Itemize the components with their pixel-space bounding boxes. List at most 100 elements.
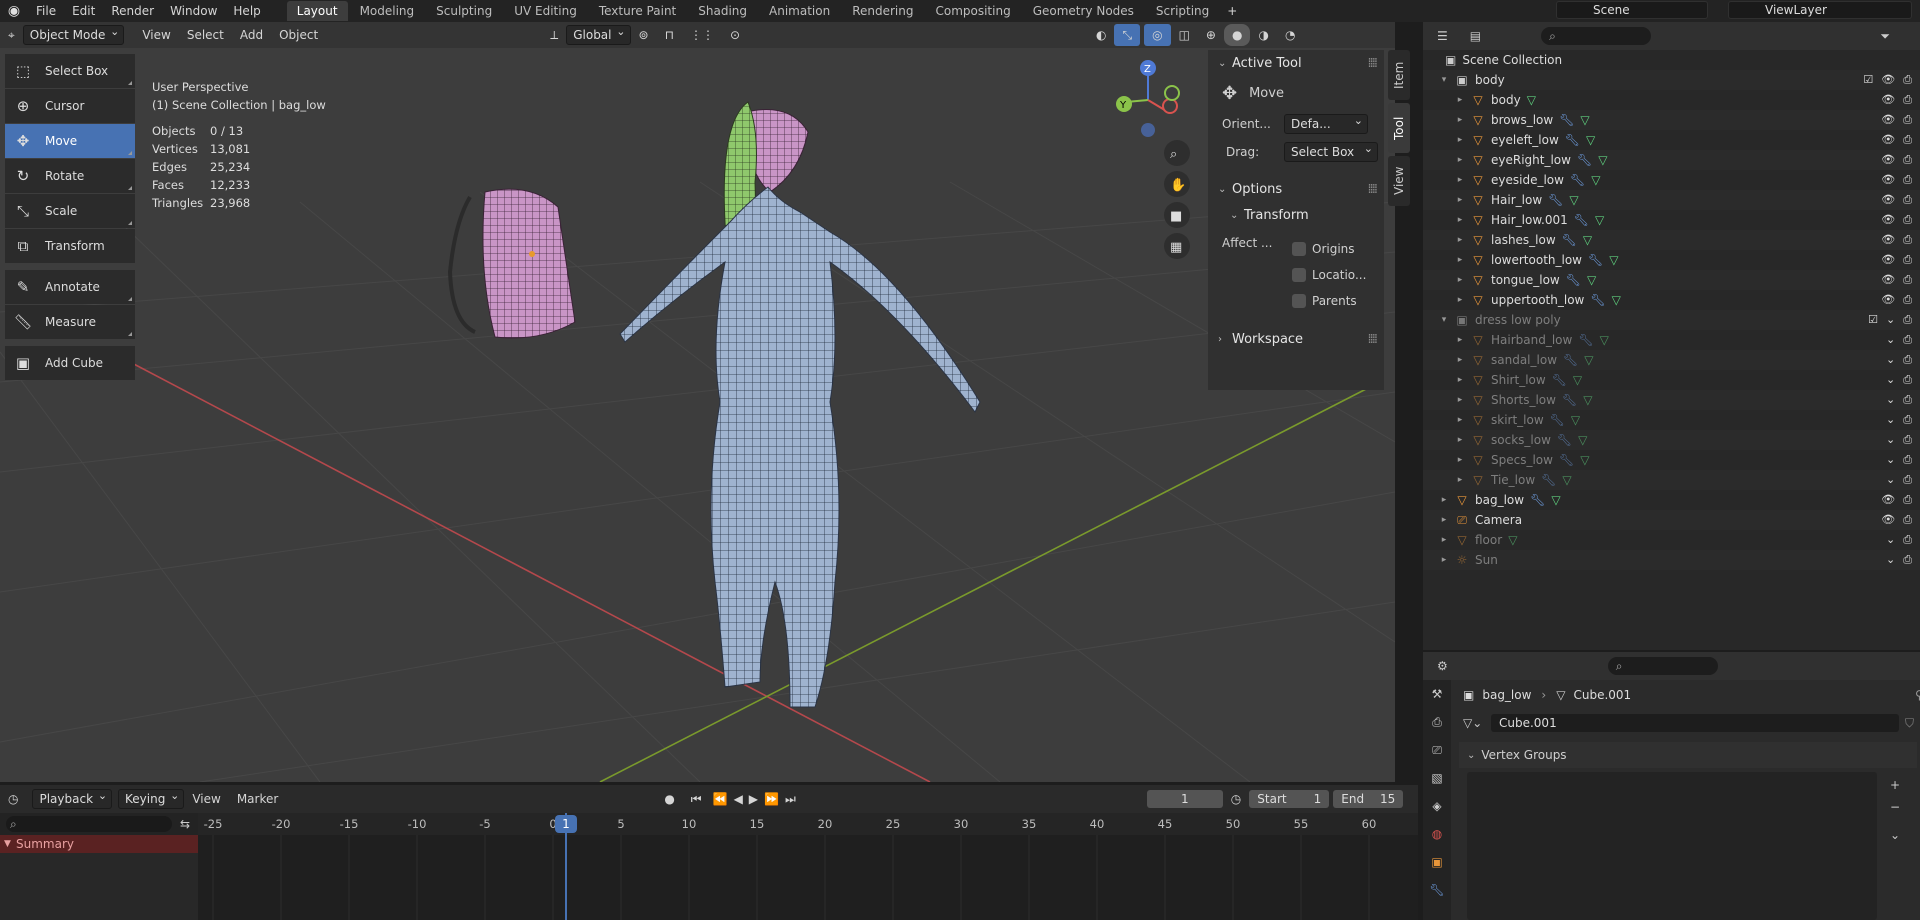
render-camera-icon[interactable]: ⎙ — [1903, 93, 1912, 107]
expand-arrow-icon[interactable]: ▸ — [1439, 535, 1449, 545]
preview-range-icon[interactable]: ◷ — [1223, 788, 1249, 810]
gizmo-toggle-icon[interactable]: ⤡ — [1114, 24, 1141, 46]
add-vertex-group-button[interactable]: + — [1885, 774, 1905, 796]
eye-icon[interactable]: 👁︎ — [1881, 93, 1895, 107]
hidden-eye-icon[interactable]: ⌄ — [1886, 413, 1895, 427]
editor-type-icon[interactable]: ◷ — [0, 788, 26, 810]
eye-icon[interactable]: 👁︎ — [1881, 493, 1895, 507]
next-keyframe-icon[interactable]: ⏩ — [761, 788, 782, 810]
modifier-icon[interactable]: 🔧︎ — [1552, 373, 1567, 387]
specials-menu-button[interactable]: ⌄ — [1885, 824, 1905, 846]
tool-move[interactable]: ✥ Move — [5, 124, 135, 158]
modifier-icon[interactable]: 🔧︎ — [1530, 493, 1545, 507]
material-shading-icon[interactable]: ◑ — [1250, 24, 1276, 46]
solid-shading-icon[interactable]: ● — [1223, 24, 1251, 46]
snap-icon[interactable]: ⊓ — [657, 24, 682, 46]
mesh-data-icon[interactable]: ▽ — [1600, 333, 1609, 347]
tool-select-box[interactable]: ⬚ Select Box — [5, 54, 135, 88]
expand-arrow-icon[interactable]: ▸ — [1455, 95, 1465, 105]
output-tab-icon[interactable]: ⎚ — [1423, 736, 1451, 764]
outliner-row[interactable]: ▸ ▽ skirt_low 🔧︎ ▽ ⌄ ⎙ — [1423, 410, 1920, 430]
workspace-header[interactable]: › Workspace ⁞⁞⁞⁞ — [1208, 326, 1384, 352]
current-frame-field[interactable]: 1 — [1146, 790, 1223, 808]
expand-arrow-icon[interactable]: ▾ — [1439, 75, 1449, 85]
render-camera-icon[interactable]: ⎙ — [1903, 473, 1912, 487]
expand-arrow-icon[interactable]: ▸ — [1455, 375, 1465, 385]
eye-icon[interactable]: 👁︎ — [1881, 113, 1895, 127]
modifier-icon[interactable]: 🔧︎ — [1562, 393, 1577, 407]
eye-icon[interactable]: 👁︎ — [1881, 153, 1895, 167]
frame-ruler[interactable]: -25 -20 -15 -10 -5 0 5 10 15 20 25 30 35 40 45 50 55 60 — [198, 813, 1418, 835]
pin-icon[interactable]: ⚲ — [1915, 688, 1920, 702]
expand-arrow-icon[interactable]: ▸ — [1455, 215, 1465, 225]
viewlayer-selector[interactable]: ViewLayer — [1728, 1, 1912, 19]
mesh-data-icon[interactable]: ▽ — [1508, 533, 1517, 547]
drag-dropdown[interactable]: Select Box — [1284, 140, 1378, 162]
modifier-icon[interactable]: 🔧︎ — [1565, 133, 1580, 147]
vertex-groups-list[interactable] — [1467, 772, 1877, 920]
scene-collection-row[interactable]: ▣ Scene Collection — [1423, 50, 1920, 70]
render-camera-icon[interactable]: ⎙ — [1903, 353, 1912, 367]
transform-orientation-dropdown[interactable]: Global — [566, 23, 631, 45]
hidden-eye-icon[interactable]: ⌄ — [1886, 393, 1895, 407]
outliner-row[interactable]: ▸ ▽ Tie_low 🔧︎ ▽ ⌄ ⎙ — [1423, 470, 1920, 490]
playback-menu[interactable]: Playback — [32, 787, 113, 809]
affect-option[interactable]: Origins — [1292, 236, 1366, 262]
expand-arrow-icon[interactable]: ▸ — [1455, 455, 1465, 465]
expand-arrow-icon[interactable]: ▸ — [1439, 495, 1449, 505]
menu-window[interactable]: Window — [162, 0, 225, 22]
expand-arrow-icon[interactable]: ▸ — [1455, 235, 1465, 245]
modifier-icon[interactable]: 🔧︎ — [1570, 173, 1585, 187]
mesh-data-icon[interactable]: ▽ — [1583, 393, 1592, 407]
pivot-icon[interactable]: ⊚ — [631, 24, 657, 46]
mesh-data-icon[interactable]: ▽ — [1612, 293, 1621, 307]
outliner-row[interactable]: ▸ ▽ tongue_low 🔧︎ ▽ 👁︎ ⎙ — [1423, 270, 1920, 290]
render-tab-icon[interactable]: ⎙ — [1423, 708, 1451, 736]
menu-select[interactable]: Select — [179, 24, 232, 46]
checkbox[interactable] — [1292, 294, 1306, 308]
playhead-frame-badge[interactable]: 1 — [555, 815, 577, 833]
mesh-name-field[interactable]: Cube.001 — [1491, 714, 1899, 732]
tool-transform[interactable]: ⧉ Transform — [5, 229, 135, 263]
render-camera-icon[interactable]: ⎙ — [1903, 413, 1912, 427]
eye-icon[interactable]: 👁︎ — [1881, 133, 1895, 147]
workspace-tab-geometry-nodes[interactable]: Geometry Nodes — [1023, 1, 1144, 21]
auto-keying-icon[interactable]: ● — [656, 788, 682, 810]
render-camera-icon[interactable]: ⎙ — [1903, 133, 1912, 147]
rendered-shading-icon[interactable]: ◔ — [1277, 24, 1303, 46]
outliner-row[interactable]: ▾ ▣ body ☑ 👁︎ ⎙ — [1423, 70, 1920, 90]
keying-menu[interactable]: Keying — [118, 787, 185, 809]
outliner-row[interactable]: ▸ ▽ uppertooth_low 🔧︎ ▽ 👁︎ ⎙ — [1423, 290, 1920, 310]
outliner-row[interactable]: ▸ ⎚ Camera 👁︎ ⎙ — [1423, 510, 1920, 530]
outliner-row[interactable]: ▸ ▽ eyeleft_low 🔧︎ ▽ 👁︎ ⎙ — [1423, 130, 1920, 150]
render-camera-icon[interactable]: ⎙ — [1903, 493, 1912, 507]
mesh-data-icon[interactable]: ▽ — [1595, 213, 1604, 227]
expand-arrow-icon[interactable]: ▸ — [1439, 555, 1449, 565]
mesh-data-icon[interactable]: ▽ — [1580, 453, 1589, 467]
mesh-data-icon[interactable]: ▽ — [1587, 273, 1596, 287]
menu-help[interactable]: Help — [225, 0, 268, 22]
outliner-row[interactable]: ▸ ▽ brows_low 🔧︎ ▽ 👁︎ ⎙ — [1423, 110, 1920, 130]
expand-arrow-icon[interactable]: ▸ — [1455, 435, 1465, 445]
mesh-data-icon[interactable]: ▽ — [1580, 113, 1589, 127]
mode-dropdown[interactable]: Object Mode — [22, 23, 125, 45]
eye-icon[interactable]: 👁︎ — [1881, 293, 1895, 307]
mesh-data-icon[interactable]: ▽ — [1551, 493, 1560, 507]
render-camera-icon[interactable]: ⎙ — [1903, 433, 1912, 447]
render-camera-icon[interactable]: ⎙ — [1903, 333, 1912, 347]
mesh-data-icon[interactable]: ▽ — [1584, 353, 1593, 367]
eye-icon[interactable]: 👁︎ — [1881, 193, 1895, 207]
vertex-groups-panel-header[interactable]: ⌄ Vertex Groups — [1459, 742, 1917, 768]
expand-arrow-icon[interactable]: ▸ — [1455, 195, 1465, 205]
outliner-row[interactable]: ▸ ▽ Shirt_low 🔧︎ ▽ ⌄ ⎙ — [1423, 370, 1920, 390]
outliner-row[interactable]: ▸ ▽ sandal_low 🔧︎ ▽ ⌄ ⎙ — [1423, 350, 1920, 370]
render-camera-icon[interactable]: ⎙ — [1903, 293, 1912, 307]
add-workspace-icon[interactable]: + — [1219, 0, 1245, 22]
modifier-icon[interactable]: 🔧︎ — [1577, 153, 1592, 167]
navigation-gizmo[interactable]: Z Y — [1116, 60, 1180, 137]
world-tab-icon[interactable]: ◍ — [1423, 820, 1451, 848]
menu-view[interactable]: View — [184, 788, 228, 810]
viewport-nav-buttons[interactable]: ⌕ ✋ ■ ▦ — [1164, 140, 1190, 259]
hidden-eye-icon[interactable]: ⌄ — [1886, 313, 1895, 327]
workspace-tab-shading[interactable]: Shading — [688, 1, 757, 21]
